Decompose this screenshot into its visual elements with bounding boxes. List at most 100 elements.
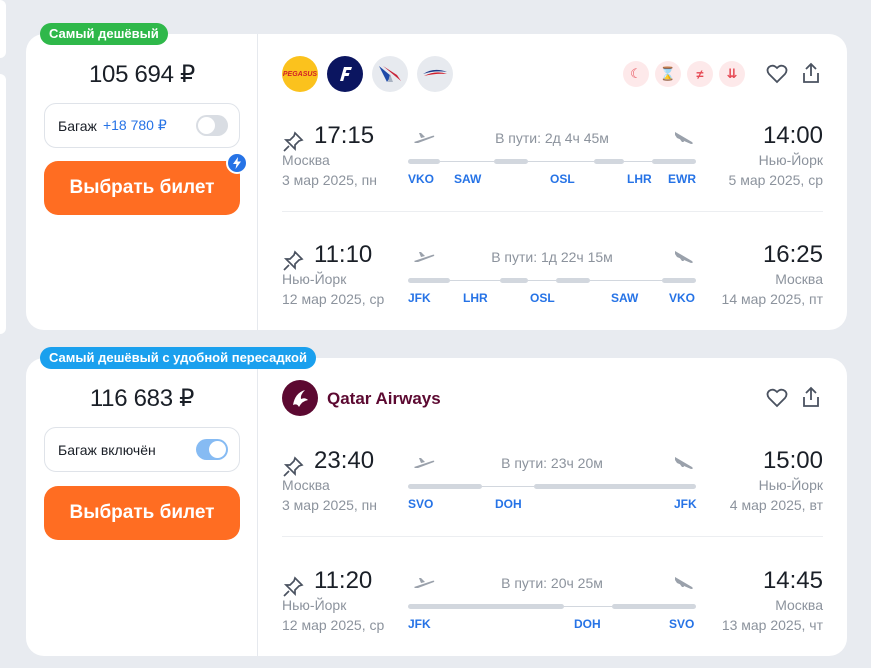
route-line: В пути: 2д 4ч 45м VKO SAW OSL LHR EWR	[408, 114, 696, 210]
airline-logo-qatar	[282, 380, 318, 416]
arrival-time: 14:45	[762, 567, 823, 594]
departure-city: Москва	[282, 152, 330, 168]
airport-code: JFK	[408, 291, 431, 305]
departure-time: 11:10	[314, 241, 373, 268]
arrival-date: 14 мар 2025, пт	[721, 291, 823, 307]
arrival-city: Нью-Йорк	[758, 152, 823, 168]
ticket-card-cheapest: 105 694 ₽ Багаж +18 780 ₽ Выбрать билет …	[26, 34, 847, 330]
airport-code: VKO	[408, 172, 435, 186]
flight-segment-return: 11:20 Нью-Йорк 12 мар 2025, ср В пути: 2…	[282, 559, 823, 655]
route-track	[408, 159, 696, 164]
route-track	[408, 278, 696, 283]
airport-code: LHR	[627, 172, 652, 186]
pin-icon[interactable]	[282, 456, 304, 478]
departure-date: 3 мар 2025, пн	[282, 172, 377, 188]
landing-plane-icon	[675, 251, 693, 263]
landing-plane-icon	[675, 132, 693, 144]
convenient-transfer-badge: Самый дешёвый с удобной пересадкой	[40, 347, 316, 369]
not-equal-icon: ≠	[687, 61, 713, 87]
favorite-heart-icon[interactable]	[765, 62, 789, 86]
landing-plane-icon	[675, 457, 693, 469]
flight-duration: В пути: 23ч 20м	[501, 455, 603, 471]
airport-code: SAW	[611, 291, 639, 305]
pin-icon[interactable]	[282, 250, 304, 272]
airport-code: SAW	[454, 172, 482, 186]
airline-logo-pegasus: PEGASUS	[282, 56, 318, 92]
baggage-label: Багаж включён	[58, 441, 156, 458]
previous-card-edge	[0, 0, 6, 58]
segment-divider	[282, 211, 823, 212]
arrival-time: 14:00	[762, 122, 823, 149]
departure-city: Нью-Йорк	[282, 597, 347, 613]
arrival-date: 5 мар 2025, ср	[728, 172, 823, 188]
bag-icon: ⇊	[719, 61, 745, 87]
ticket-card-convenient: 116 683 ₽ Багаж включён Выбрать билет Qa…	[26, 358, 847, 656]
pin-icon[interactable]	[282, 576, 304, 598]
departure-city: Нью-Йорк	[282, 271, 347, 287]
route-track	[408, 604, 696, 609]
airline-logo-finnair	[327, 56, 363, 92]
arrival-time: 15:00	[762, 447, 823, 474]
flight-duration: В пути: 2д 4ч 45м	[495, 130, 609, 146]
airport-code: OSL	[530, 291, 555, 305]
baggage-extra-price: +18 780 ₽	[102, 117, 167, 133]
departure-time: 17:15	[314, 122, 375, 149]
pin-icon[interactable]	[282, 131, 304, 153]
cheapest-badge: Самый дешёвый	[40, 23, 168, 45]
share-icon[interactable]	[799, 385, 823, 409]
baggage-option[interactable]: Багаж включён	[44, 427, 240, 472]
arrival-date: 13 мар 2025, чт	[721, 617, 823, 633]
lightning-icon	[226, 152, 248, 174]
airport-code: OSL	[550, 172, 575, 186]
previous-card-edge	[0, 74, 6, 334]
departure-city: Москва	[282, 477, 330, 493]
airport-code: LHR	[463, 291, 488, 305]
route-track	[408, 484, 696, 489]
departure-date: 12 мар 2025, ср	[282, 617, 385, 633]
landing-plane-icon	[675, 577, 693, 589]
baggage-toggle[interactable]	[196, 115, 228, 136]
flight-segment-outbound: 17:15 Москва 3 мар 2025, пн В пути: 2д 4…	[282, 114, 823, 210]
departure-time: 11:20	[314, 567, 373, 594]
select-ticket-button[interactable]: Выбрать билет	[44, 486, 240, 540]
price-panel: 116 683 ₽ Багаж включён Выбрать билет	[26, 358, 258, 656]
airline-logo-british-airways	[417, 56, 453, 92]
airport-code: VKO	[669, 291, 696, 305]
route-line: В пути: 1д 22ч 15м JFK LHR OSL SAW VKO	[408, 233, 696, 329]
flight-segment-outbound: 23:40 Москва 3 мар 2025, пн В пути: 23ч …	[282, 439, 823, 535]
airport-code: DOH	[574, 617, 601, 631]
baggage-toggle[interactable]	[196, 439, 228, 460]
price-panel: 105 694 ₽ Багаж +18 780 ₽ Выбрать билет	[26, 34, 258, 330]
airline-name: Qatar Airways	[327, 389, 441, 408]
airline-logo-american-airlines	[372, 56, 408, 92]
flight-duration: В пути: 1д 22ч 15м	[491, 249, 613, 265]
favorite-heart-icon[interactable]	[765, 386, 789, 410]
share-icon[interactable]	[799, 61, 823, 85]
airport-code: EWR	[668, 172, 696, 186]
ticket-price: 105 694 ₽	[89, 61, 195, 88]
baggage-option[interactable]: Багаж +18 780 ₽	[44, 103, 240, 148]
route-line: В пути: 23ч 20м SVO DOH JFK	[408, 439, 697, 535]
arrival-city: Нью-Йорк	[758, 477, 823, 493]
airport-code: SVO	[408, 497, 434, 511]
airport-code: JFK	[408, 617, 431, 631]
flight-duration: В пути: 20ч 25м	[501, 575, 603, 591]
night-icon: ☾	[623, 61, 649, 87]
flight-segment-return: 11:10 Нью-Йорк 12 мар 2025, ср В пути: 1…	[282, 233, 823, 329]
route-line: В пути: 20ч 25м JFK DOH SVO	[408, 559, 696, 655]
hourglass-icon: ⌛	[655, 61, 681, 87]
airport-code: JFK	[674, 497, 697, 511]
arrival-city: Москва	[775, 597, 823, 613]
segment-divider	[282, 536, 823, 537]
departure-time: 23:40	[314, 447, 375, 474]
arrival-city: Москва	[775, 271, 823, 287]
departure-date: 12 мар 2025, ср	[282, 291, 385, 307]
baggage-label: Багаж	[58, 117, 97, 134]
departure-date: 3 мар 2025, пн	[282, 497, 377, 513]
arrival-date: 4 мар 2025, вт	[729, 497, 823, 513]
arrival-time: 16:25	[762, 241, 823, 268]
select-ticket-button[interactable]: Выбрать билет	[44, 161, 240, 215]
ticket-price: 116 683 ₽	[89, 385, 195, 412]
airport-code: SVO	[669, 617, 695, 631]
airport-code: DOH	[495, 497, 522, 511]
